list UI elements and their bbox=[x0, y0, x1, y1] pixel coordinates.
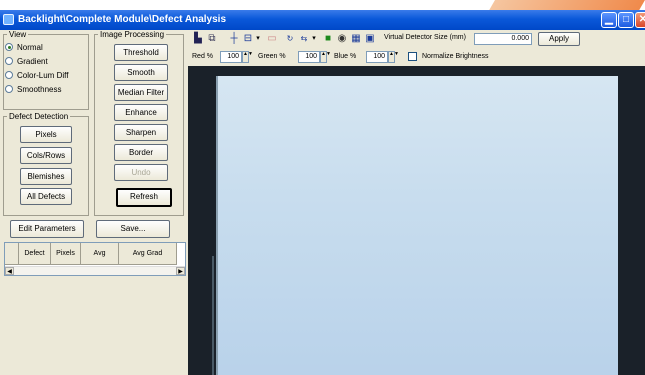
scroll-left-icon[interactable]: ◀ bbox=[5, 267, 14, 275]
window-title: Backlight\Complete Module\Defect Analysi… bbox=[18, 14, 227, 25]
edit-parameters-button[interactable]: Edit Parameters bbox=[10, 220, 84, 238]
blue-label: Blue % bbox=[334, 53, 357, 60]
blue-spinner[interactable]: ▲▼ bbox=[388, 51, 399, 63]
rotate-icon[interactable]: ↻ bbox=[284, 33, 296, 45]
marker-icon[interactable]: ⊟ bbox=[242, 33, 254, 45]
flip-icon[interactable]: ⇆ bbox=[298, 33, 310, 45]
border-button[interactable]: Border bbox=[114, 144, 168, 161]
normalize-label: Normalize Brightness bbox=[422, 53, 489, 60]
enhance-button[interactable]: Enhance bbox=[114, 104, 168, 121]
red-field[interactable]: 100 bbox=[220, 51, 242, 63]
green-label: Green % bbox=[258, 53, 286, 60]
chevron-down-icon[interactable]: ▾ bbox=[310, 33, 318, 45]
desktop-decoration bbox=[489, 0, 645, 10]
radio-label: Smoothness bbox=[17, 84, 62, 94]
virtual-detector-field[interactable]: 0.000 bbox=[474, 33, 532, 45]
median-filter-button[interactable]: Median Filter bbox=[114, 84, 168, 101]
column-header-pixels[interactable]: Pixels bbox=[51, 243, 81, 265]
red-spinner[interactable]: ▲▼ bbox=[242, 51, 253, 63]
smooth-button[interactable]: Smooth bbox=[114, 64, 168, 81]
red-label: Red % bbox=[192, 53, 214, 60]
table-horizontal-scrollbar[interactable]: ◀ ▶ bbox=[5, 266, 185, 275]
refresh-button[interactable]: Refresh bbox=[116, 188, 172, 207]
radio-dot bbox=[5, 85, 13, 93]
copy-icon[interactable]: ⧉ bbox=[206, 33, 218, 45]
threshold-button[interactable]: Threshold bbox=[114, 44, 168, 61]
grid-icon[interactable]: ▦ bbox=[350, 33, 362, 45]
blue-field[interactable]: 100 bbox=[366, 51, 388, 63]
panel-frame-edge bbox=[212, 256, 214, 375]
table-corner bbox=[5, 243, 19, 265]
image-processing-legend: Image Processing bbox=[100, 30, 165, 39]
undo-button[interactable]: Undo bbox=[114, 164, 168, 181]
backlight-image[interactable] bbox=[216, 76, 618, 375]
apply-button[interactable]: Apply bbox=[538, 32, 580, 46]
virtual-detector-label: Virtual Detector Size (mm) bbox=[384, 34, 466, 41]
radio-smoothness[interactable]: Smoothness bbox=[5, 84, 61, 94]
save-icon[interactable]: ▙ bbox=[192, 33, 204, 45]
scroll-right-icon[interactable]: ▶ bbox=[176, 267, 185, 275]
radio-gradient[interactable]: Gradient bbox=[5, 56, 48, 66]
column-header-avg[interactable]: Avg bbox=[81, 243, 119, 265]
pixels-button[interactable]: Pixels bbox=[20, 126, 72, 143]
app-icon bbox=[3, 14, 14, 25]
sharpen-button[interactable]: Sharpen bbox=[114, 124, 168, 141]
column-header-defect[interactable]: Defect bbox=[19, 243, 51, 265]
radio-label: Normal bbox=[17, 42, 43, 52]
defect-analysis-window: Backlight\Complete Module\Defect Analysi… bbox=[0, 10, 645, 375]
defects-table[interactable]: Defect Pixels Avg Avg Grad ◀ ▶ bbox=[4, 242, 186, 276]
maximize-button[interactable]: □ bbox=[618, 12, 634, 28]
radio-label: Gradient bbox=[17, 56, 48, 66]
defect-detection-legend: Defect Detection bbox=[9, 112, 69, 121]
normalize-checkbox[interactable] bbox=[408, 52, 417, 61]
column-header-avg-grad[interactable]: Avg Grad bbox=[119, 243, 177, 265]
close-button[interactable]: ✕ bbox=[635, 12, 645, 28]
left-control-panel: View Normal Gradient Color-Lum Diff Smoo… bbox=[0, 30, 188, 375]
radio-normal[interactable]: Normal bbox=[5, 42, 43, 52]
camera-icon[interactable]: ◉ bbox=[336, 33, 348, 45]
radio-label: Color-Lum Diff bbox=[17, 70, 69, 80]
chart-icon[interactable]: ■ bbox=[322, 33, 334, 45]
radio-dot bbox=[5, 43, 13, 51]
chevron-down-icon[interactable]: ▾ bbox=[254, 33, 262, 45]
blemishes-button[interactable]: Blemishes bbox=[20, 168, 72, 185]
green-spinner[interactable]: ▲▼ bbox=[320, 51, 331, 63]
region-icon[interactable]: ▭ bbox=[266, 33, 278, 45]
radio-dot bbox=[5, 57, 13, 65]
export-icon[interactable]: ▣ bbox=[364, 33, 376, 45]
radio-dot bbox=[5, 71, 13, 79]
radio-color-lum-diff[interactable]: Color-Lum Diff bbox=[5, 70, 68, 80]
cols-rows-button[interactable]: Cols/Rows bbox=[20, 147, 72, 164]
image-viewer[interactable] bbox=[188, 66, 645, 375]
toolbar: ▙ ⧉ ┼ ⊟ ▾ ▭ ↻ ⇆ ▾ ■ ◉ ▦ ▣ Virtual Detect… bbox=[188, 30, 645, 66]
title-bar[interactable]: Backlight\Complete Module\Defect Analysi… bbox=[0, 10, 645, 30]
green-field[interactable]: 100 bbox=[298, 51, 320, 63]
all-defects-button[interactable]: All Defects bbox=[20, 188, 72, 205]
minimize-button[interactable]: ▁ bbox=[601, 12, 617, 28]
view-legend: View bbox=[9, 30, 27, 39]
save-button[interactable]: Save... bbox=[96, 220, 170, 238]
crosshair-icon[interactable]: ┼ bbox=[228, 33, 240, 45]
